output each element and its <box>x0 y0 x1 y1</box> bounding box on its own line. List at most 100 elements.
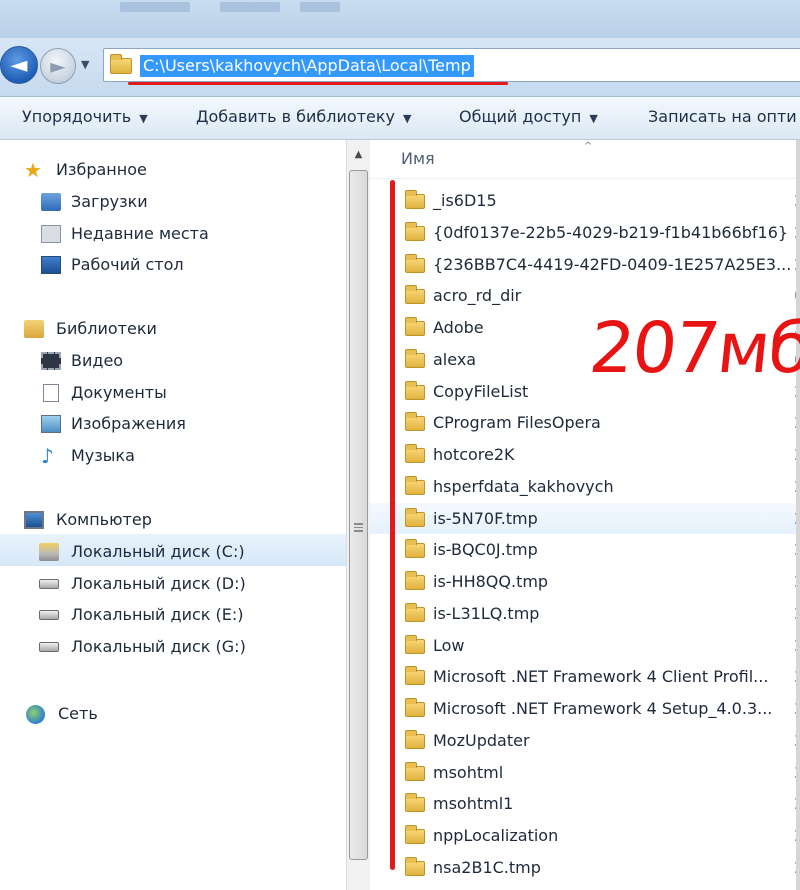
sidebar-item-label: Локальный диск (C:) <box>71 542 245 561</box>
file-row[interactable]: is-BQC0J.tmp2 <box>370 534 796 565</box>
file-row[interactable]: is-5N70F.tmp2 <box>370 502 796 534</box>
sidebar-item-computer[interactable]: Компьютер <box>0 505 346 535</box>
address-path[interactable]: C:\Users\kakhovych\AppData\Local\Temp <box>140 55 474 77</box>
file-row[interactable]: msohtml2 <box>370 757 796 788</box>
sidebar-item-pictures[interactable]: Изображения <box>0 409 346 439</box>
file-row[interactable]: msohtml12 <box>370 788 796 819</box>
folder-icon <box>405 602 425 622</box>
folder-icon <box>405 666 425 686</box>
file-name: Microsoft .NET Framework 4 Setup_4.0.3..… <box>433 699 773 718</box>
title-ghost-3 <box>300 2 340 12</box>
drive-icon <box>39 579 59 589</box>
file-name: msohtml <box>433 762 504 782</box>
sidebar-item-downloads[interactable]: Загрузки <box>0 187 346 217</box>
star-icon: ★ <box>24 158 42 182</box>
column-header-name[interactable]: Имя ^ <box>370 140 796 179</box>
file-list-scrollbar[interactable] <box>796 140 800 890</box>
chevron-down-icon: ▼ <box>589 112 598 125</box>
include-in-library-label: Добавить в библиотеку <box>196 107 395 126</box>
sidebar-item-drive-d[interactable]: Локальный диск (D:) <box>0 569 346 599</box>
file-list-pane: Имя ^ _is6D152{0df0137e-22b5-4029-b219-f… <box>370 140 796 890</box>
file-row[interactable]: is-HH8QQ.tmp2 <box>370 566 796 597</box>
file-row[interactable]: _is6D152 <box>370 185 796 216</box>
documents-icon <box>43 384 59 402</box>
file-row[interactable]: Microsoft .NET Framework 4 Client Profil… <box>370 661 796 692</box>
file-row[interactable]: nsa2B1C.tmp2 <box>370 852 796 883</box>
back-button[interactable]: ◄ <box>0 46 38 84</box>
navigation-pane-scrollbar[interactable]: ▲ <box>346 140 370 890</box>
sidebar-item-documents[interactable]: Документы <box>0 378 346 408</box>
file-row[interactable]: CProgram FilesOpera2 <box>370 407 796 438</box>
forward-button[interactable]: ► <box>40 48 76 84</box>
folder-icon <box>405 253 425 273</box>
sidebar-item-label: Локальный диск (G:) <box>71 637 246 656</box>
file-name: CopyFileList <box>433 381 529 401</box>
file-name: is-L31LQ.tmp <box>433 603 540 623</box>
file-row[interactable]: {236BB7C4-4419-42FD-0409-1E257A25E3...2 <box>370 249 796 280</box>
sidebar-item-music[interactable]: ♪ Музыка <box>0 441 346 471</box>
file-row[interactable]: is-L31LQ.tmp2 <box>370 598 796 629</box>
folder-icon <box>405 475 425 495</box>
network-icon <box>26 705 45 724</box>
file-name: Adobe <box>433 318 484 337</box>
sidebar-item-label: Музыка <box>71 446 135 465</box>
sidebar-item-drive-g[interactable]: Локальный диск (G:) <box>0 632 346 662</box>
organize-button[interactable]: Упорядочить ▼ <box>22 97 148 139</box>
folder-icon <box>405 793 425 813</box>
recent-pages-dropdown[interactable]: ▼ <box>81 58 89 71</box>
share-with-button[interactable]: Общий доступ ▼ <box>459 97 598 139</box>
file-row[interactable]: hotcore2K2 <box>370 439 796 470</box>
sidebar-item-label: Документы <box>71 383 167 402</box>
file-row[interactable]: Microsoft .NET Framework 4 Setup_4.0.3..… <box>370 693 796 724</box>
folder-icon <box>405 825 425 844</box>
include-in-library-button[interactable]: Добавить в библиотеку ▼ <box>196 97 411 139</box>
file-row[interactable]: nppLocalization2 <box>370 820 796 851</box>
burn-button[interactable]: Записать на опти <box>648 97 797 139</box>
navigation-bar: ◄ ► ▼ C:\Users\kakhovych\AppData\Local\T… <box>0 38 800 97</box>
sidebar-item-libraries[interactable]: Библиотеки <box>0 314 346 344</box>
sidebar-item-label: Сеть <box>58 704 98 723</box>
folder-icon <box>405 698 425 717</box>
sidebar-item-label: Локальный диск (D:) <box>71 574 246 593</box>
sidebar-item-favorites[interactable]: ★ Избранное <box>0 155 346 185</box>
drive-c-icon <box>39 543 59 561</box>
file-row[interactable]: hsperfdata_kakhovych2 <box>370 471 796 502</box>
file-row[interactable]: {0df0137e-22b5-4029-b219-f1b41b66bf16}2 <box>370 217 796 248</box>
sidebar-item-network[interactable]: Сеть <box>0 699 346 729</box>
sidebar-item-desktop[interactable]: Рабочий стол <box>0 250 346 280</box>
address-bar[interactable]: C:\Users\kakhovych\AppData\Local\Temp <box>103 48 800 82</box>
folder-icon <box>405 856 425 876</box>
recent-places-icon <box>41 225 61 243</box>
sidebar-item-label: Компьютер <box>56 510 152 529</box>
scroll-up-icon[interactable]: ▲ <box>347 140 370 168</box>
file-row[interactable]: MozUpdater2 <box>370 725 796 756</box>
folder-icon <box>405 221 425 241</box>
sidebar-item-label: Изображения <box>71 414 186 433</box>
sidebar-item-video[interactable]: Видео <box>0 346 346 376</box>
sidebar-item-label: Избранное <box>56 160 147 179</box>
file-name: _is6D15 <box>433 191 497 210</box>
grip-icon <box>354 523 363 532</box>
file-name: nsa2B1C.tmp <box>433 857 541 877</box>
scrollbar-thumb[interactable] <box>349 170 368 860</box>
folder-icon <box>405 539 425 559</box>
folder-icon <box>405 444 425 463</box>
folder-icon <box>110 54 132 74</box>
sidebar-item-label: Рабочий стол <box>71 255 184 274</box>
folder-icon <box>405 380 425 400</box>
file-name: {236BB7C4-4419-42FD-0409-1E257A25E3... <box>433 254 792 274</box>
command-toolbar: Упорядочить ▼ Добавить в библиотеку ▼ Общи… <box>0 97 800 140</box>
file-name: is-5N70F.tmp <box>433 508 538 528</box>
sidebar-item-label: Недавние места <box>71 224 209 243</box>
sidebar-item-drive-e[interactable]: Локальный диск (E:) <box>0 600 346 630</box>
file-name: Low <box>433 635 465 655</box>
folder-icon <box>405 412 425 432</box>
folder-icon <box>405 317 425 336</box>
file-row[interactable]: Low2 <box>370 630 796 661</box>
sidebar-item-drive-c[interactable]: Локальный диск (C:) <box>0 537 346 567</box>
sidebar-item-recent-places[interactable]: Недавние места <box>0 219 346 249</box>
sidebar-item-label: Локальный диск (E:) <box>71 605 244 624</box>
sidebar-item-label: Видео <box>71 351 124 370</box>
drive-icon <box>39 642 59 652</box>
sidebar-item-label: Библиотеки <box>56 319 157 338</box>
